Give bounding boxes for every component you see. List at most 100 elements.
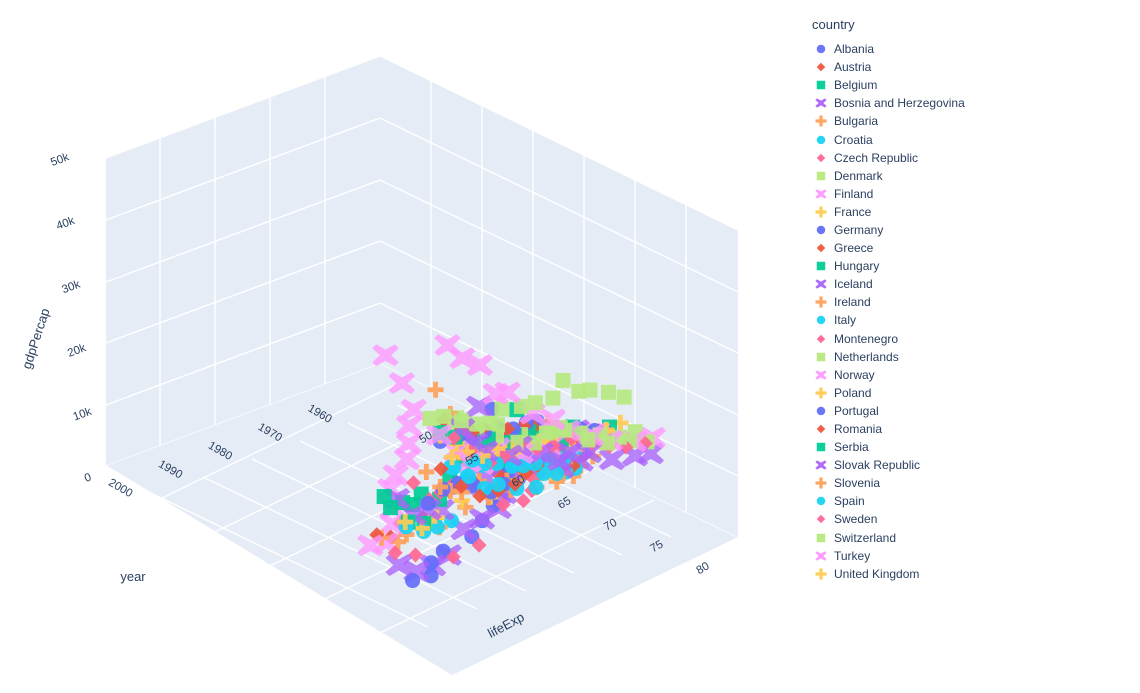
legend-item[interactable]: Montenegro	[808, 330, 1128, 348]
legend-item[interactable]: Ireland	[808, 293, 1128, 311]
legend-item-label: Montenegro	[834, 331, 899, 346]
data-point[interactable]	[527, 395, 543, 411]
legend-item-label: Norway	[834, 367, 875, 382]
legend-item[interactable]: Norway	[808, 366, 1128, 384]
legend-marker-shape	[816, 497, 826, 506]
data-point[interactable]	[482, 415, 498, 431]
legend-item[interactable]: Albania	[808, 40, 1128, 58]
legend-item[interactable]: Czech Republic	[808, 149, 1128, 167]
z-tick-label: 0	[83, 471, 93, 484]
legend-item[interactable]: Netherlands	[808, 348, 1128, 366]
legend-item[interactable]: Greece	[808, 239, 1128, 257]
legend-item[interactable]: Iceland	[808, 275, 1128, 293]
plotly-3d-scatter-figure: 50k 40k 30k 20k 10k 0 gdpPercap 1960 1970 1980 199…	[0, 0, 1140, 693]
circle-marker-icon	[808, 313, 834, 327]
legend-item-label: Slovak Republic	[834, 458, 921, 473]
legend-item[interactable]: United Kingdom	[808, 565, 1128, 583]
legend-item[interactable]: Spain	[808, 492, 1128, 510]
legend-item-label: Portugal	[834, 403, 879, 418]
data-point[interactable]	[528, 479, 544, 495]
legend-marker-shape	[815, 477, 827, 489]
legend-item-label: Denmark	[834, 168, 883, 183]
legend-marker-shape	[815, 189, 827, 199]
legend-item-label: Romania	[834, 422, 883, 437]
z-tick-label: 30k	[60, 278, 82, 296]
legend-item[interactable]: Austria	[808, 58, 1128, 76]
cross-marker-icon	[808, 567, 834, 581]
legend-marker-shape	[815, 387, 827, 399]
legend-item-label: Ireland	[834, 295, 871, 310]
legend-item[interactable]: Denmark	[808, 167, 1128, 185]
legend-item-label: Croatia	[834, 132, 873, 147]
legend-items-container[interactable]: Albania Austria Belgium Bosnia and Herzegov…	[808, 40, 1128, 583]
legend-item[interactable]: Bulgaria	[808, 112, 1128, 130]
legend-item-label: Albania	[834, 42, 875, 57]
legend-item[interactable]: Romania	[808, 420, 1128, 438]
legend-marker-shape	[816, 44, 826, 54]
x-axis-title: year	[120, 569, 146, 584]
diamond-marker-icon	[808, 422, 834, 436]
legend-marker-shape	[816, 153, 826, 162]
legend-marker-shape	[816, 225, 826, 235]
data-point[interactable]	[545, 390, 561, 406]
data-point[interactable]	[422, 410, 438, 426]
legend-item[interactable]: France	[808, 203, 1128, 221]
legend-item-label: Czech Republic	[834, 150, 919, 165]
legend-item-label: Austria	[834, 60, 872, 75]
legend-item[interactable]: Turkey	[808, 547, 1128, 565]
legend-item[interactable]: Finland	[808, 185, 1128, 203]
legend-item[interactable]: Belgium	[808, 76, 1128, 94]
legend-item[interactable]: Germany	[808, 221, 1128, 239]
data-point[interactable]	[571, 383, 587, 399]
z-tick-label: 50k	[49, 151, 71, 169]
diamond-marker-icon	[808, 332, 834, 346]
legend-title: country	[812, 17, 855, 32]
data-point[interactable]	[490, 476, 506, 492]
legend-marker-shape	[816, 243, 826, 253]
data-point[interactable]	[453, 413, 469, 429]
legend-item-label: Hungary	[834, 259, 880, 274]
cross-marker-icon	[808, 476, 834, 490]
legend-item[interactable]: Hungary	[808, 257, 1128, 275]
data-point[interactable]	[420, 495, 436, 511]
legend-item[interactable]: Switzerland	[808, 529, 1128, 547]
legend-marker-shape	[815, 206, 827, 218]
scene-3d-plot-area[interactable]: 50k 40k 30k 20k 10k 0 gdpPercap 1960 1970 1980 199…	[0, 0, 800, 693]
legend-marker-shape	[815, 460, 827, 470]
data-point[interactable]	[616, 389, 632, 405]
legend-item-label: Slovenia	[834, 476, 881, 491]
legend-item-label: Iceland	[834, 277, 873, 292]
legend-item-label: France	[834, 204, 872, 219]
legend-marker-shape	[816, 515, 826, 524]
data-point[interactable]	[555, 372, 571, 388]
legend-item[interactable]: Sweden	[808, 510, 1128, 528]
legend-item[interactable]: Italy	[808, 311, 1128, 329]
legend-item[interactable]: Croatia	[808, 130, 1128, 148]
legend-marker-shape	[816, 442, 826, 452]
legend-marker-shape	[816, 171, 826, 180]
legend-marker-shape	[816, 261, 826, 271]
legend-item-label: Belgium	[834, 78, 878, 93]
legend-item-label: Switzerland	[834, 530, 897, 545]
legend-item[interactable]: Bosnia and Herzegovina	[808, 94, 1128, 112]
square-marker-icon	[808, 169, 834, 183]
legend-marker-shape	[816, 334, 826, 343]
legend-item-label: Spain	[834, 494, 865, 509]
data-point[interactable]	[600, 384, 616, 400]
circle-marker-icon	[808, 494, 834, 508]
legend-item[interactable]: Poland	[808, 384, 1128, 402]
data-point[interactable]	[436, 408, 452, 424]
circle-marker-icon	[808, 42, 834, 56]
legend-marker-shape	[816, 316, 826, 325]
legend-item-label: Bulgaria	[834, 114, 879, 129]
legend-item[interactable]: Slovak Republic	[808, 456, 1128, 474]
x-marker-icon	[808, 368, 834, 382]
legend-item[interactable]: Portugal	[808, 402, 1128, 420]
legend-item[interactable]: Slovenia	[808, 474, 1128, 492]
legend-item[interactable]: Serbia	[808, 438, 1128, 456]
legend-marker-shape	[815, 296, 827, 308]
legend[interactable]: country Albania Austria Belgium Bosnia and …	[808, 18, 1128, 583]
data-point[interactable]	[376, 489, 392, 505]
legend-marker-shape	[815, 279, 827, 289]
data-point[interactable]	[494, 401, 510, 417]
